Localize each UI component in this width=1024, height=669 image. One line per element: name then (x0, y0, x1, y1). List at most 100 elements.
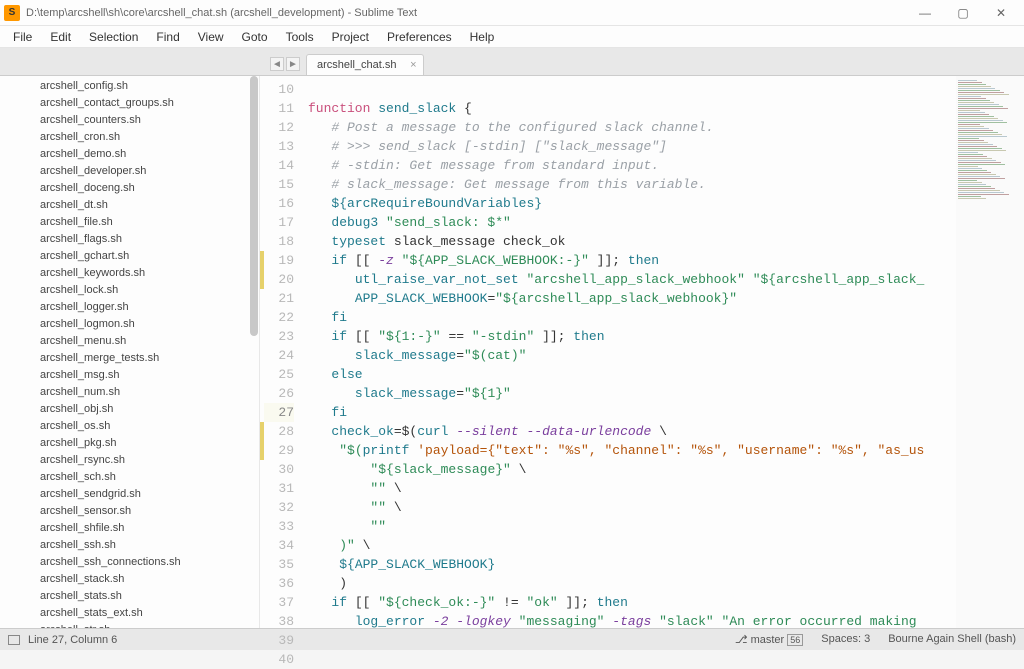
maximize-button[interactable]: ▢ (944, 1, 982, 25)
file-item[interactable]: arcshell_logmon.sh (0, 316, 259, 333)
code-line[interactable]: check_ok=$(curl --silent --data-urlencod… (308, 422, 956, 441)
line-number: 25 (264, 365, 294, 384)
menu-selection[interactable]: Selection (80, 28, 147, 46)
syntax-mode[interactable]: Bourne Again Shell (bash) (888, 633, 1016, 646)
code-line[interactable]: fi (308, 308, 956, 327)
menu-project[interactable]: Project (323, 28, 378, 46)
menu-find[interactable]: Find (147, 28, 188, 46)
file-item[interactable]: arcshell_config.sh (0, 78, 259, 95)
file-item[interactable]: arcshell_counters.sh (0, 112, 259, 129)
file-item[interactable]: arcshell_keywords.sh (0, 265, 259, 282)
file-item[interactable]: arcshell_menu.sh (0, 333, 259, 350)
file-item[interactable]: arcshell_obj.sh (0, 401, 259, 418)
file-item[interactable]: arcshell_stack.sh (0, 571, 259, 588)
code-line[interactable]: function send_slack { (308, 99, 956, 118)
file-item[interactable]: arcshell_gchart.sh (0, 248, 259, 265)
line-number: 10 (264, 80, 294, 99)
tab-prev-icon[interactable]: ◄ (270, 57, 284, 71)
file-item[interactable]: arcshell_pkg.sh (0, 435, 259, 452)
file-item[interactable]: arcshell_shfile.sh (0, 520, 259, 537)
minimize-button[interactable]: — (906, 1, 944, 25)
menu-view[interactable]: View (189, 28, 233, 46)
file-item[interactable]: arcshell_num.sh (0, 384, 259, 401)
file-item[interactable]: arcshell_sch.sh (0, 469, 259, 486)
code-line[interactable]: ${arcRequireBoundVariables} (308, 194, 956, 213)
code-line[interactable]: if [[ "${1:-}" == "-stdin" ]]; then (308, 327, 956, 346)
file-item[interactable]: arcshell_file.sh (0, 214, 259, 231)
line-number: 20 (264, 270, 294, 289)
code-line[interactable] (308, 80, 956, 99)
line-number: 31 (264, 479, 294, 498)
line-number: 40 (264, 650, 294, 669)
file-item[interactable]: arcshell_stats.sh (0, 588, 259, 605)
file-item[interactable]: arcshell_doceng.sh (0, 180, 259, 197)
line-number: 26 (264, 384, 294, 403)
code-line[interactable]: if [[ "${check_ok:-}" != "ok" ]]; then (308, 593, 956, 612)
file-item[interactable]: arcshell_stats_ext.sh (0, 605, 259, 622)
menu-file[interactable]: File (4, 28, 41, 46)
file-item[interactable]: arcshell_msg.sh (0, 367, 259, 384)
console-icon[interactable] (8, 635, 20, 645)
menu-goto[interactable]: Goto (233, 28, 277, 46)
menu-tools[interactable]: Tools (277, 28, 323, 46)
code-line[interactable]: else (308, 365, 956, 384)
code-line[interactable]: # >>> send_slack [-stdin] ["slack_messag… (308, 137, 956, 156)
line-number: 18 (264, 232, 294, 251)
menu-edit[interactable]: Edit (41, 28, 80, 46)
line-number: 24 (264, 346, 294, 365)
file-item[interactable]: arcshell_sendgrid.sh (0, 486, 259, 503)
code-line[interactable]: if [[ -z "${APP_SLACK_WEBHOOK:-}" ]]; th… (308, 251, 956, 270)
file-item[interactable]: arcshell_developer.sh (0, 163, 259, 180)
menu-preferences[interactable]: Preferences (378, 28, 461, 46)
minimap[interactable] (956, 76, 1024, 628)
code-line[interactable]: slack_message="$(cat)" (308, 346, 956, 365)
file-item[interactable]: arcshell_rsync.sh (0, 452, 259, 469)
scrollbar-thumb[interactable] (250, 76, 258, 336)
code-line[interactable]: "" (308, 517, 956, 536)
file-item[interactable]: arcshell_ssh.sh (0, 537, 259, 554)
tab-nav: ◄ ► (270, 57, 300, 75)
git-branch[interactable]: ⎇ master 56 (735, 633, 803, 646)
tab-next-icon[interactable]: ► (286, 57, 300, 71)
code-line[interactable]: fi (308, 403, 956, 422)
code-line[interactable]: log_error -2 -logkey "messaging" -tags "… (308, 612, 956, 628)
file-item[interactable]: arcshell_merge_tests.sh (0, 350, 259, 367)
file-item[interactable]: arcshell_demo.sh (0, 146, 259, 163)
editor[interactable]: 1011121314151617181920212223242526272829… (260, 76, 1024, 628)
code-line[interactable]: ${APP_SLACK_WEBHOOK} (308, 555, 956, 574)
close-button[interactable]: ✕ (982, 1, 1020, 25)
code-line[interactable]: typeset slack_message check_ok (308, 232, 956, 251)
file-item[interactable]: arcshell_cron.sh (0, 129, 259, 146)
code-line[interactable]: "" \ (308, 498, 956, 517)
code-line[interactable]: "" \ (308, 479, 956, 498)
menu-help[interactable]: Help (461, 28, 504, 46)
indent-setting[interactable]: Spaces: 3 (821, 633, 870, 646)
sidebar[interactable]: arcshell_config.sharcshell_contact_group… (0, 76, 260, 628)
code-area[interactable]: function send_slack { # Post a message t… (304, 76, 956, 628)
file-item[interactable]: arcshell_dt.sh (0, 197, 259, 214)
file-item[interactable]: arcshell_flags.sh (0, 231, 259, 248)
file-item[interactable]: arcshell_lock.sh (0, 282, 259, 299)
file-item[interactable]: arcshell_sensor.sh (0, 503, 259, 520)
code-line[interactable]: ) (308, 574, 956, 593)
file-item[interactable]: arcshell_logger.sh (0, 299, 259, 316)
tab-active[interactable]: arcshell_chat.sh × (306, 54, 424, 75)
code-line[interactable]: # slack_message: Get message from this v… (308, 175, 956, 194)
file-item[interactable]: arcshell_contact_groups.sh (0, 95, 259, 112)
code-line[interactable]: # Post a message to the configured slack… (308, 118, 956, 137)
file-item[interactable]: arcshell_ssh_connections.sh (0, 554, 259, 571)
tab-close-icon[interactable]: × (410, 59, 416, 71)
line-number: 13 (264, 137, 294, 156)
code-line[interactable]: )" \ (308, 536, 956, 555)
file-item[interactable]: arcshell_os.sh (0, 418, 259, 435)
code-line[interactable]: APP_SLACK_WEBHOOK="${arcshell_app_slack_… (308, 289, 956, 308)
code-line[interactable]: utl_raise_var_not_set "arcshell_app_slac… (308, 270, 956, 289)
code-line[interactable]: "${slack_message}" \ (308, 460, 956, 479)
sidebar-scrollbar[interactable] (250, 76, 258, 496)
code-line[interactable]: # -stdin: Get message from standard inpu… (308, 156, 956, 175)
line-number: 16 (264, 194, 294, 213)
code-line[interactable]: slack_message="${1}" (308, 384, 956, 403)
code-line[interactable]: debug3 "send_slack: $*" (308, 213, 956, 232)
file-item[interactable]: arcshell_str.sh (0, 622, 259, 628)
code-line[interactable]: "$(printf 'payload={"text": "%s", "chann… (308, 441, 956, 460)
